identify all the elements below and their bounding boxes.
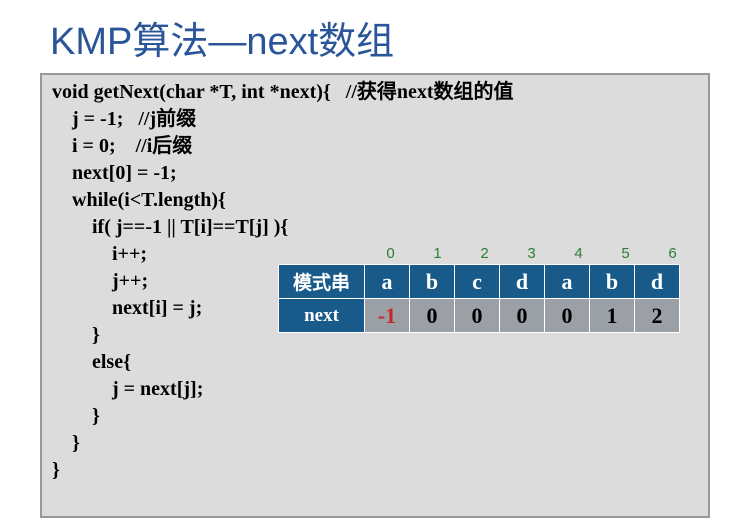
next-cell: 0 — [455, 299, 500, 333]
col-index: 5 — [602, 245, 649, 262]
pattern-cell: d — [500, 265, 545, 299]
col-index: 3 — [508, 245, 555, 262]
row-label-next: next — [279, 299, 365, 333]
next-cell: 1 — [590, 299, 635, 333]
pattern-cell: a — [365, 265, 410, 299]
next-cell: 0 — [545, 299, 590, 333]
slide-title: KMP算法—next数组 — [50, 10, 710, 65]
col-index: 0 — [367, 245, 414, 262]
row-label-pattern: 模式串 — [279, 265, 365, 299]
table-row: next -1 0 0 0 0 1 2 — [279, 299, 680, 333]
next-cell: -1 — [365, 299, 410, 333]
pattern-cell: c — [455, 265, 500, 299]
pattern-cell: b — [590, 265, 635, 299]
code-panel: void getNext(char *T, int *next){ //获得ne… — [40, 73, 710, 518]
next-table-wrap: 0 1 2 3 4 5 6 模式串 a b c d a b d — [278, 245, 696, 333]
next-table: 模式串 a b c d a b d next -1 0 0 0 0 1 — [278, 264, 680, 333]
pattern-cell: b — [410, 265, 455, 299]
table-row: 模式串 a b c d a b d — [279, 265, 680, 299]
col-index: 1 — [414, 245, 461, 262]
slide: KMP算法—next数组 void getNext(char *T, int *… — [0, 0, 750, 528]
next-cell: 0 — [500, 299, 545, 333]
column-indices: 0 1 2 3 4 5 6 — [367, 245, 696, 262]
next-cell: 0 — [410, 299, 455, 333]
col-index: 4 — [555, 245, 602, 262]
col-index: 2 — [461, 245, 508, 262]
pattern-cell: a — [545, 265, 590, 299]
next-cell: 2 — [635, 299, 680, 333]
col-index: 6 — [649, 245, 696, 262]
pattern-cell: d — [635, 265, 680, 299]
